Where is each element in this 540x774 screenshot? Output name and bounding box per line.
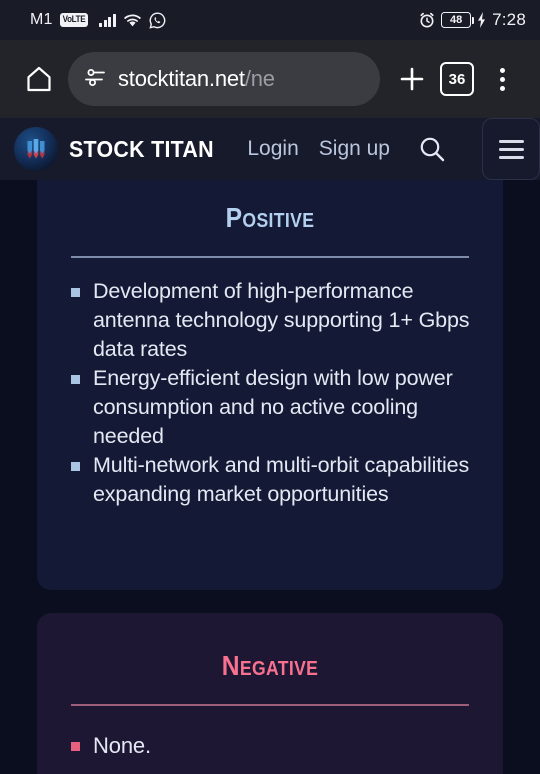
clock-label: 7:28 — [492, 10, 526, 29]
status-bar-left: M1 VoLTE — [30, 11, 166, 29]
list-item: Development of high-performance antenna … — [63, 277, 477, 364]
list-item: None. — [63, 731, 477, 760]
url-host: stocktitan.net — [118, 66, 245, 91]
positive-card: Positive Development of high-performance… — [37, 180, 503, 590]
three-dot-menu-icon[interactable] — [480, 57, 524, 101]
list-item: Multi-network and multi-orbit capabiliti… — [63, 451, 477, 509]
negative-title: Negative — [221, 650, 319, 681]
url-path: /ne — [244, 66, 275, 91]
status-bar-right: 48 7:28 — [418, 10, 526, 30]
url-text[interactable]: stocktitan.net/ne — [118, 66, 275, 92]
login-link[interactable]: Login — [247, 137, 298, 161]
negative-bullet-list: None. — [63, 731, 477, 760]
positive-divider — [71, 256, 469, 258]
hamburger-menu-icon[interactable] — [482, 118, 540, 180]
battery-percent: 48 — [449, 14, 463, 26]
negative-card: Negative None. — [37, 613, 503, 774]
nav-links: Login Sign up — [247, 118, 540, 180]
positive-title: Positive — [225, 202, 315, 233]
brand-label: STOCK TITAN — [69, 135, 214, 162]
android-status-bar: M1 VoLTE 48 7:28 — [0, 0, 540, 40]
carrier-label: M1 — [30, 11, 53, 28]
phone-screen: M1 VoLTE 48 7:28 stocktitan.net/ne 36 ST… — [0, 0, 540, 774]
list-item: Energy-efficient design with low power c… — [63, 364, 477, 451]
signup-link[interactable]: Sign up — [319, 137, 390, 161]
search-icon[interactable] — [412, 129, 452, 169]
whatsapp-icon — [149, 11, 166, 29]
address-bar[interactable]: stocktitan.net/ne — [68, 52, 380, 106]
tab-switcher-button[interactable]: 36 — [440, 62, 474, 96]
plus-icon[interactable] — [390, 57, 434, 101]
charging-bolt-icon — [476, 11, 487, 29]
stock-titan-logo-icon[interactable] — [14, 127, 58, 171]
negative-divider — [71, 704, 469, 706]
tune-sliders-icon[interactable] — [84, 66, 106, 93]
tab-count-label: 36 — [448, 70, 466, 88]
signal-bars-icon — [99, 13, 116, 27]
alarm-clock-icon — [418, 11, 436, 29]
battery-indicator: 48 — [441, 12, 475, 28]
browser-toolbar: stocktitan.net/ne 36 — [0, 40, 540, 118]
site-header: STOCK TITAN Login Sign up — [0, 118, 540, 180]
wifi-icon — [123, 13, 142, 28]
home-icon[interactable] — [16, 56, 62, 102]
volte-badge: VoLTE — [59, 13, 89, 27]
page-content: Positive Development of high-performance… — [0, 180, 540, 774]
positive-bullet-list: Development of high-performance antenna … — [63, 277, 477, 509]
